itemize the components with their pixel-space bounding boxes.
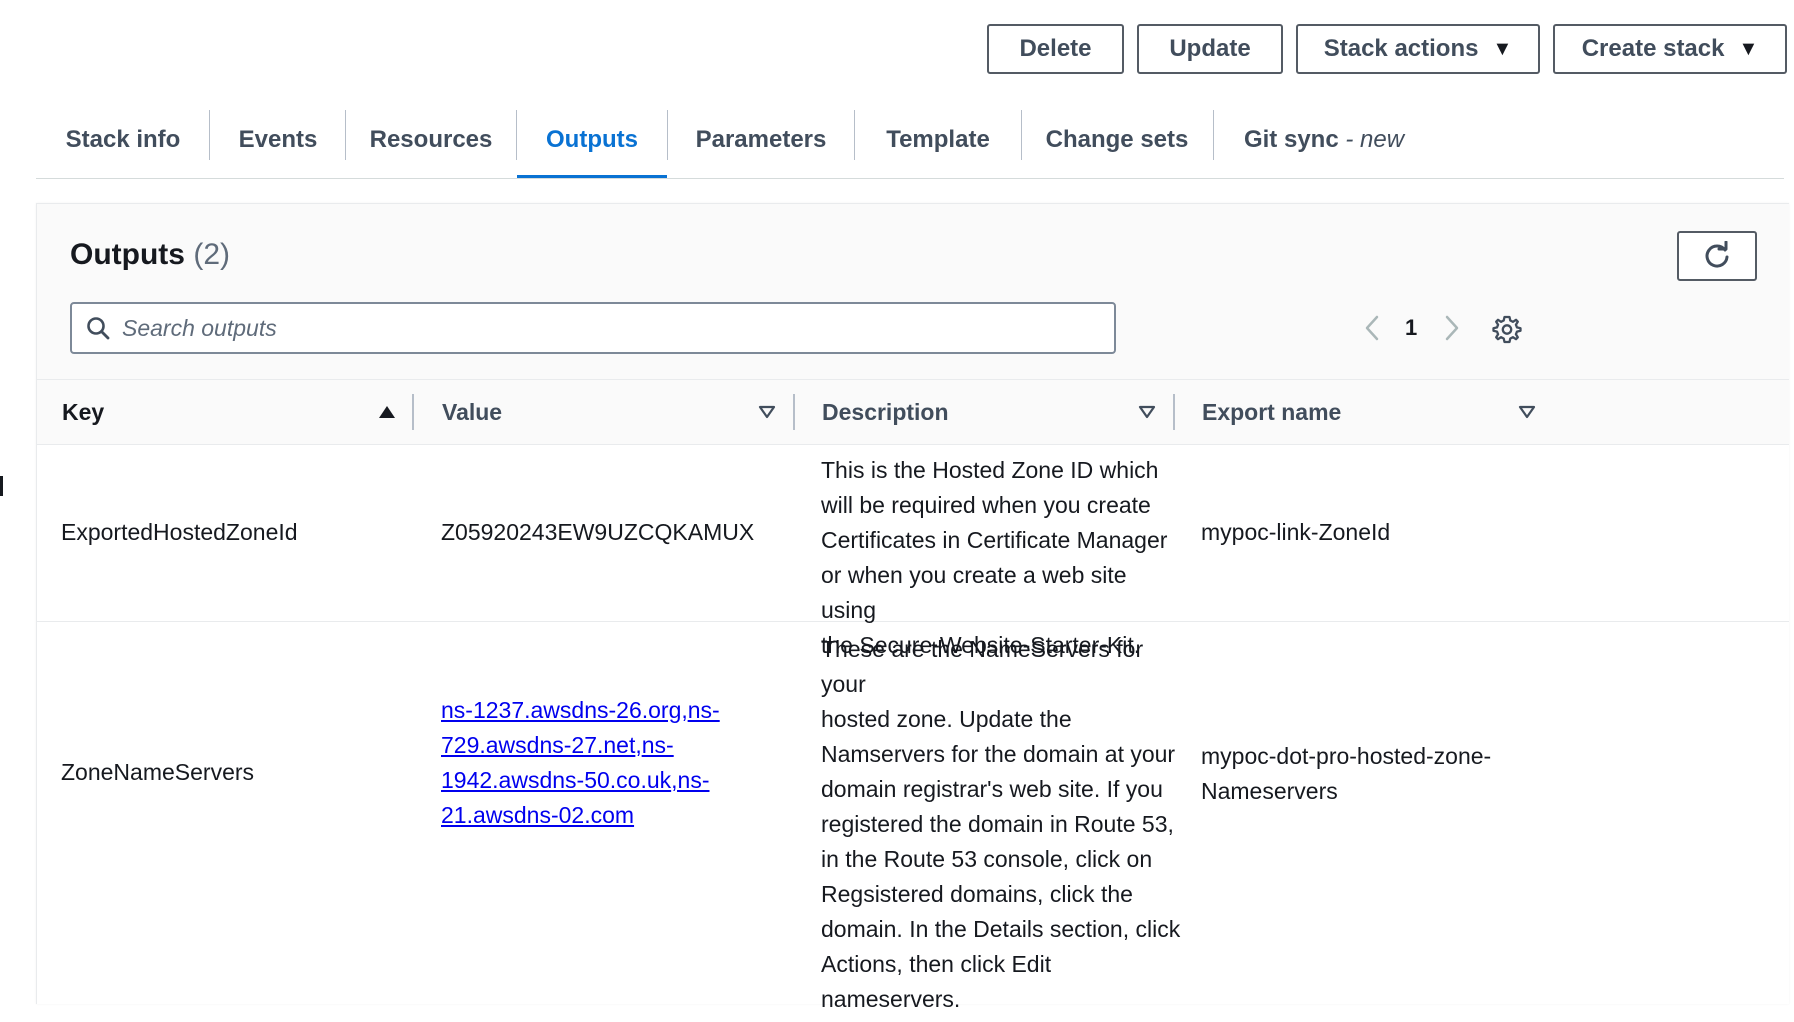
tab-stack-info[interactable]: Stack info — [36, 104, 210, 176]
nameserver-link[interactable]: 1942.awsdns-50.co.uk — [441, 767, 671, 793]
update-button-label: Update — [1169, 35, 1251, 62]
description-line: This is the Hosted Zone ID which — [821, 457, 1159, 483]
value-line: ns-1237.awsdns-26.org,ns- — [441, 693, 720, 728]
cell-value: Z05920243EW9UZCQKAMUX — [441, 519, 755, 545]
description-line: hosted zone. Update the — [821, 706, 1072, 732]
column-divider[interactable] — [1173, 394, 1175, 430]
tab-label: Parameters — [695, 126, 827, 153]
value-line: 1942.awsdns-50.co.uk,ns- — [441, 763, 720, 798]
refresh-icon — [1705, 241, 1729, 268]
column-divider[interactable] — [412, 394, 414, 430]
search-icon — [87, 317, 110, 340]
description-line: domain. In the Details section, click — [821, 916, 1181, 942]
tab-label: Git sync — [1243, 126, 1339, 153]
tab-label: Resources — [369, 126, 493, 153]
column-label: Export name — [1202, 398, 1342, 425]
description-line: or when you create a web site using — [821, 562, 1127, 623]
column-header-value[interactable]: Value — [442, 380, 502, 444]
table-row: ZoneNameServers ns-1237.awsdns-26.org,ns… — [37, 622, 1789, 1022]
stack-actions-label: Stack actions — [1323, 35, 1479, 62]
caret-down-icon: ▼ — [1492, 37, 1513, 60]
tab-template[interactable]: Template — [855, 104, 1021, 176]
delete-button[interactable]: Delete — [987, 24, 1124, 74]
search-box — [70, 302, 1116, 354]
sort-icon[interactable] — [1518, 380, 1536, 444]
cell-key: ZoneNameServers — [61, 759, 255, 785]
sort-icon[interactable] — [758, 380, 776, 444]
tab-new-badge: - new — [1345, 126, 1405, 153]
stack-actions-button[interactable]: Stack actions ▼ — [1296, 24, 1540, 74]
tab-outputs[interactable]: Outputs — [517, 104, 667, 178]
tab-parameters[interactable]: Parameters — [668, 104, 854, 176]
cell-export-name: mypoc-dot-pro-hosted-zone- Nameservers — [1201, 739, 1491, 809]
column-label: Key — [62, 398, 105, 425]
column-header-description[interactable]: Description — [822, 380, 949, 444]
cell-export-name: mypoc-link-ZoneId — [1201, 519, 1391, 545]
gear-icon[interactable] — [1492, 314, 1522, 344]
chevron-left-icon[interactable] — [1361, 313, 1385, 343]
tab-resources[interactable]: Resources — [346, 104, 516, 176]
description-line: registered the domain in Route 53, — [821, 811, 1174, 837]
resize-handle[interactable] — [0, 476, 3, 496]
description-line: domain registrar's web site. If you — [821, 776, 1163, 802]
sort-icon[interactable] — [1138, 380, 1156, 444]
description-line: in the Route 53 console, click on — [821, 846, 1153, 872]
column-label: Value — [442, 398, 503, 425]
cell-value: ns-1237.awsdns-26.org,ns- 729.awsdns-27.… — [441, 693, 720, 833]
update-button[interactable]: Update — [1137, 24, 1283, 74]
delete-button-label: Delete — [1019, 35, 1092, 62]
panel-title: Outputs (2) — [70, 238, 230, 272]
column-label: Description — [822, 398, 949, 425]
table-row: ExportedHostedZoneId Z05920243EW9UZCQKAM… — [37, 443, 1789, 658]
panel-header: Outputs (2) 1 — [37, 204, 1789, 379]
item-count: (2) — [193, 238, 230, 271]
nameserver-link[interactable]: 21.awsdns-02.com — [441, 802, 634, 828]
column-header-export-name[interactable]: Export name — [1202, 380, 1341, 444]
tab-label: Outputs — [546, 125, 638, 153]
cell-description: These are the NameServers for your hoste… — [821, 632, 1181, 1017]
search-input[interactable] — [120, 313, 1084, 343]
value-line: 729.awsdns-27.net,ns- — [441, 728, 720, 763]
description-line: Regsistered domains, click the — [821, 881, 1133, 907]
pagination: 1 — [1361, 308, 1481, 348]
column-divider[interactable] — [793, 394, 795, 430]
tab-change-sets[interactable]: Change sets — [1022, 104, 1212, 176]
title-text: Outputs — [70, 238, 185, 271]
nameserver-link[interactable]: ns- — [688, 697, 720, 723]
tab-label: Events — [238, 126, 318, 153]
nameserver-link[interactable]: ns-1237.awsdns-26.org — [441, 697, 681, 723]
value-line: 21.awsdns-02.com — [441, 798, 720, 833]
stack-tabs: Stack info Events Resources Outputs Para… — [36, 104, 1784, 179]
page-number[interactable]: 1 — [1405, 315, 1417, 341]
description-line: Actions, then click Edit nameservers. — [821, 951, 1052, 1012]
nameserver-link[interactable]: ns- — [678, 767, 710, 793]
export-name-line: Nameservers — [1201, 778, 1338, 804]
description-line: Namservers for the domain at your — [821, 741, 1176, 767]
refresh-button[interactable] — [1677, 231, 1757, 281]
sort-ascending-icon[interactable] — [378, 380, 396, 444]
cell-key: ExportedHostedZoneId — [61, 519, 298, 545]
tab-label: Change sets — [1045, 126, 1189, 153]
tab-label: Template — [886, 126, 990, 153]
description-line: will be required when you create — [821, 492, 1151, 518]
outputs-panel: Outputs (2) 1 — [36, 203, 1789, 1012]
description-line: These are the NameServers for your — [821, 636, 1144, 697]
chevron-right-icon[interactable] — [1439, 313, 1463, 343]
description-line: Certificates in Certificate Manager — [821, 527, 1168, 553]
export-name-line: mypoc-dot-pro-hosted-zone- — [1201, 743, 1492, 769]
tab-events[interactable]: Events — [210, 104, 346, 176]
column-header-key[interactable]: Key — [62, 380, 104, 444]
create-stack-button[interactable]: Create stack ▼ — [1553, 24, 1787, 74]
nameserver-link[interactable]: ns- — [642, 732, 674, 758]
tab-label: Stack info — [65, 126, 181, 153]
create-stack-label: Create stack — [1581, 35, 1725, 62]
caret-down-icon: ▼ — [1738, 37, 1759, 60]
table-header: Key Value Description Export name — [37, 379, 1789, 445]
nameserver-link[interactable]: 729.awsdns-27.net — [441, 732, 635, 758]
tab-git-sync[interactable]: Git sync - new — [1214, 104, 1434, 176]
